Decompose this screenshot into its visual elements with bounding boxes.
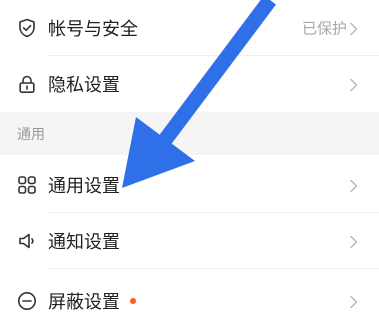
- grid-icon: [17, 175, 37, 195]
- general-settings-row[interactable]: 通用设置: [0, 157, 379, 213]
- speaker-icon: [17, 231, 37, 251]
- chevron-right-icon: [349, 77, 359, 92]
- row-divider: [48, 268, 379, 269]
- account-settings-card: 帐号与安全 已保护 隐私设置: [0, 0, 379, 112]
- chevron-right-icon: [349, 234, 359, 249]
- block-settings-label: 屏蔽设置: [48, 292, 120, 313]
- protection-status: 已保护: [301, 19, 347, 38]
- general-settings-label: 通用设置: [48, 176, 120, 197]
- chevron-right-icon: [349, 294, 359, 309]
- lock-icon: [17, 74, 37, 94]
- chevron-right-icon: [349, 178, 359, 193]
- notification-settings-row[interactable]: 通知设置: [0, 213, 379, 269]
- section-header-general: 通用: [0, 112, 379, 155]
- new-indicator-dot: [130, 298, 136, 304]
- chevron-right-icon: [349, 21, 359, 36]
- privacy-settings-label: 隐私设置: [48, 75, 120, 96]
- general-settings-card: 通用设置 通知设置 屏蔽设置: [0, 155, 379, 329]
- notification-settings-label: 通知设置: [48, 232, 120, 253]
- privacy-settings-row[interactable]: 隐私设置: [0, 56, 379, 112]
- settings-screen: 帐号与安全 已保护 隐私设置 通用 通用设置 通知设置 屏蔽设置: [0, 0, 379, 329]
- shield-check-icon: [17, 18, 37, 38]
- minus-circle-icon: [17, 291, 37, 311]
- section-title: 通用: [17, 126, 45, 143]
- block-settings-row[interactable]: 屏蔽设置: [0, 273, 379, 329]
- account-security-label: 帐号与安全: [48, 19, 138, 40]
- account-security-row[interactable]: 帐号与安全 已保护: [0, 0, 379, 56]
